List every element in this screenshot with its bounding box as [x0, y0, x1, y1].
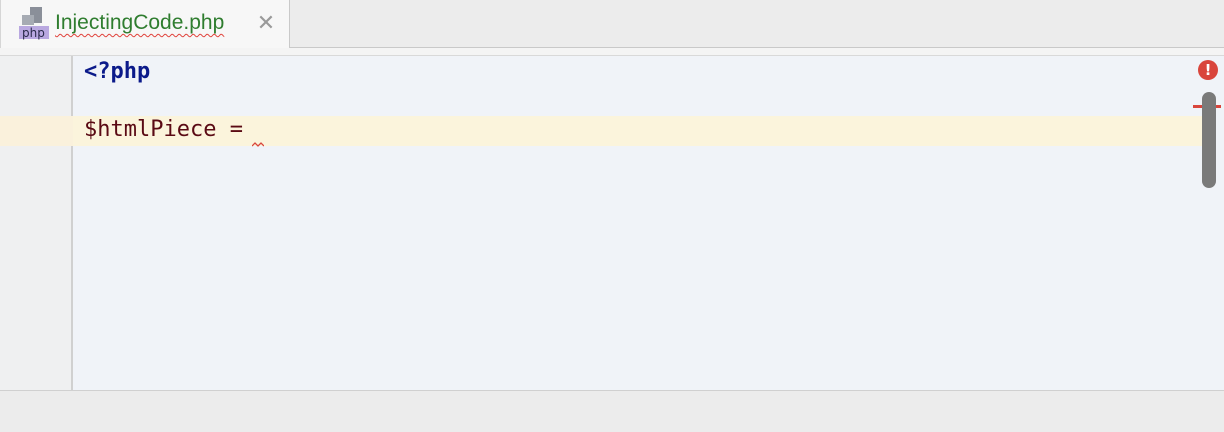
- php-file-icon: php: [18, 6, 50, 40]
- tab-injectingcode-php[interactable]: php InjectingCode.php ✕: [0, 0, 290, 48]
- vertical-scrollbar[interactable]: [1202, 92, 1216, 188]
- current-line-gutter-highlight: [0, 116, 73, 146]
- tab-file-name: InjectingCode.php: [55, 11, 225, 34]
- error-squiggle: [252, 142, 264, 147]
- status-bar: [0, 390, 1224, 432]
- error-icon[interactable]: !: [1198, 60, 1218, 80]
- editor-tab-bar: php InjectingCode.php ✕: [0, 0, 1224, 48]
- code-line-2[interactable]: $htmlPiece =: [84, 117, 243, 142]
- code-line-1[interactable]: <?php: [84, 59, 150, 84]
- close-icon[interactable]: ✕: [256, 12, 276, 34]
- php-icon-label: php: [22, 26, 45, 40]
- code-editor[interactable]: [73, 56, 1224, 390]
- line-gutter[interactable]: [0, 56, 73, 390]
- editor-top-border: [0, 48, 1224, 56]
